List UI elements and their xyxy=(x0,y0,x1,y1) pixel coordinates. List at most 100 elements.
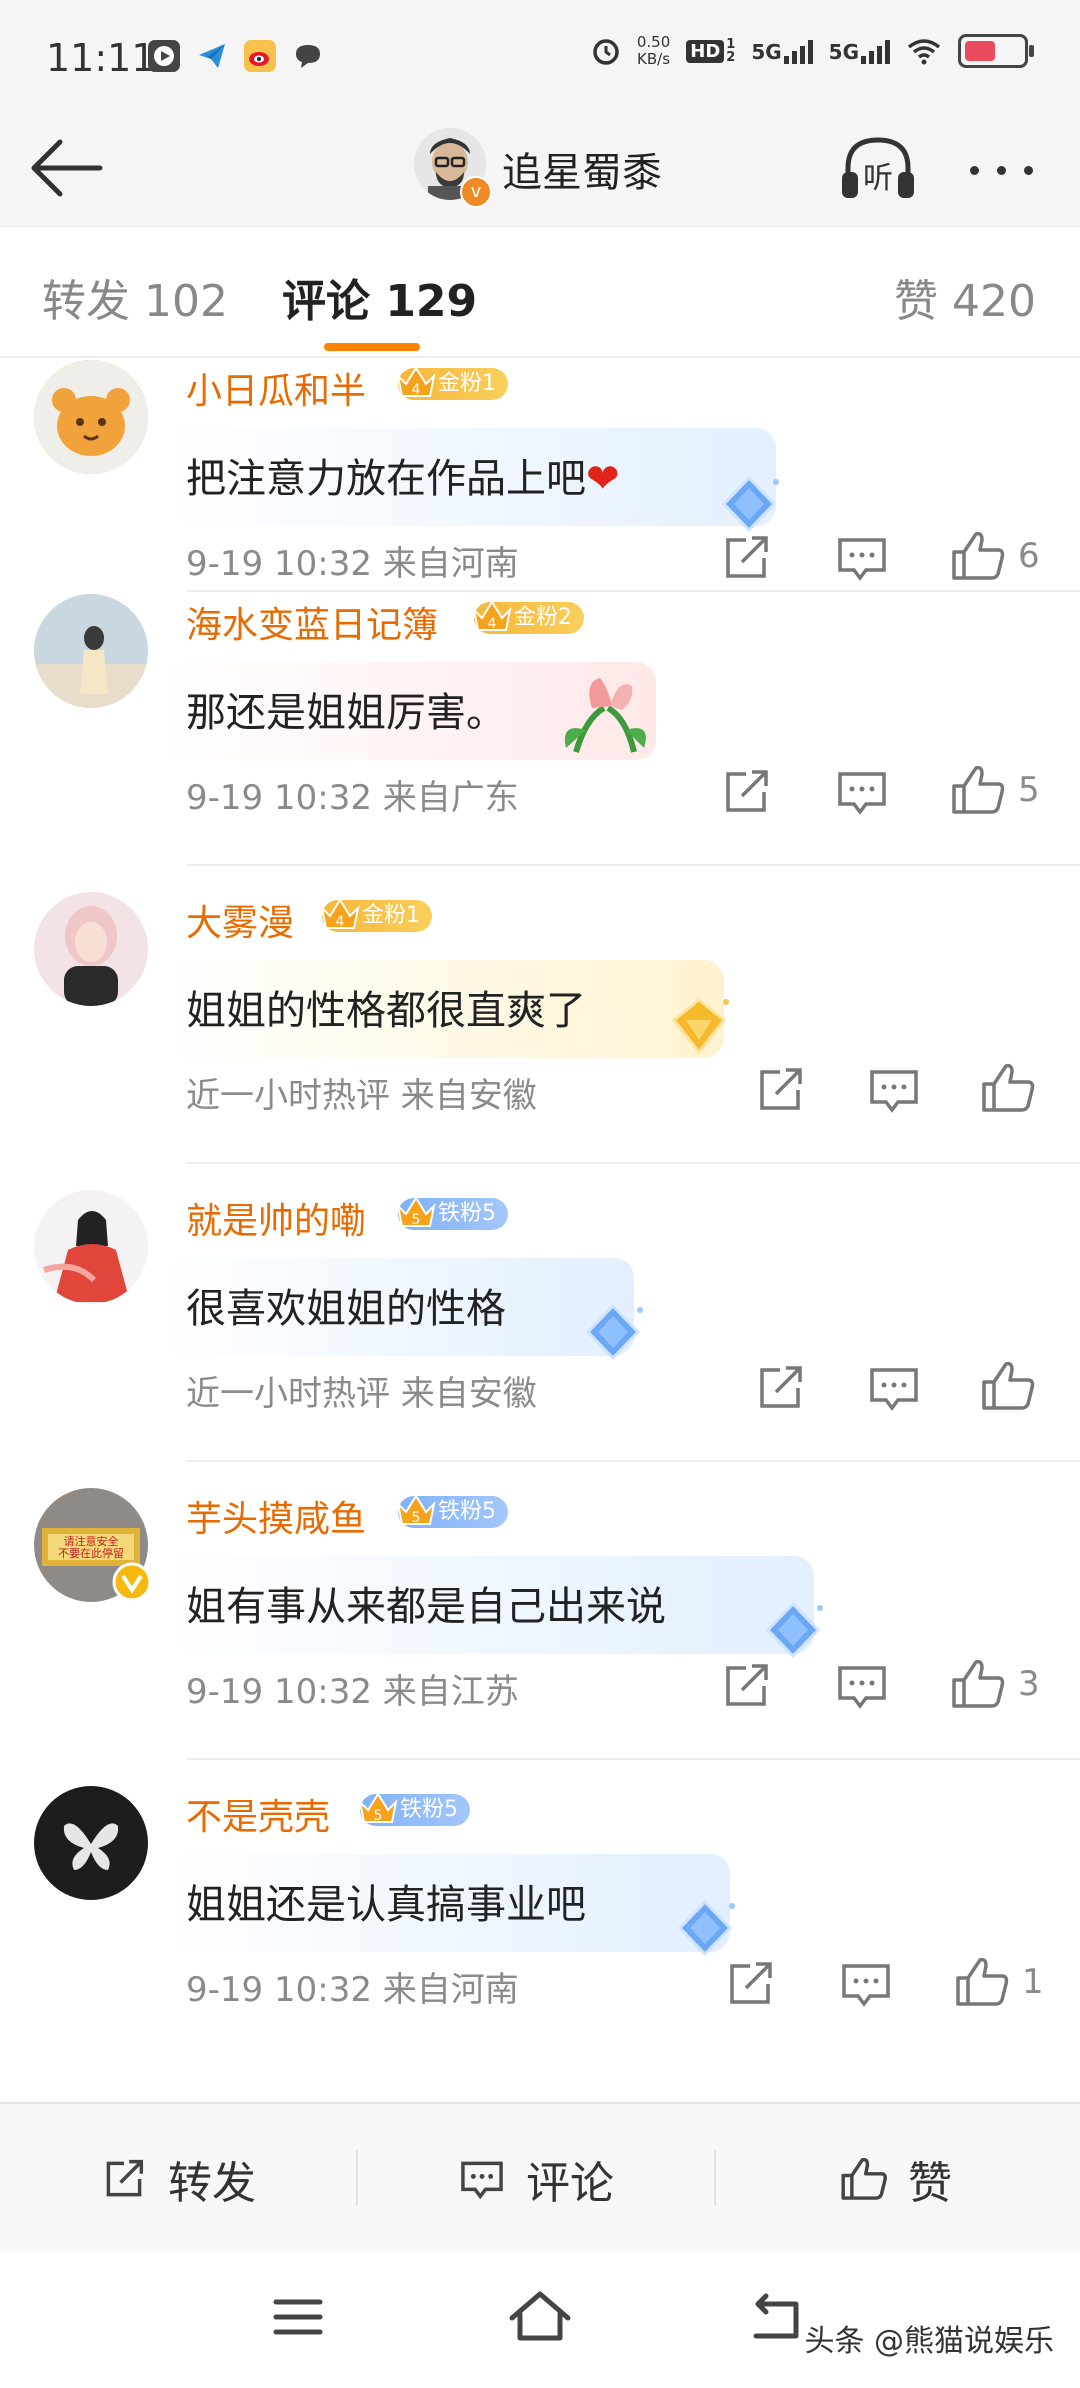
reply-icon[interactable] xyxy=(832,530,892,586)
tab-reposts[interactable]: 转发 102 xyxy=(42,265,228,329)
tab-bar: 转发 102 评论 129 赞 420 xyxy=(0,226,1080,359)
badge-label: 金粉2 xyxy=(514,605,572,630)
commenter-name[interactable]: 不是壳壳 xyxy=(186,1788,330,1840)
repost-icon[interactable] xyxy=(716,764,776,820)
reply-icon[interactable] xyxy=(864,1360,924,1416)
commenter-name[interactable]: 芋头摸咸鱼 xyxy=(186,1490,366,1542)
comment-meta: 近一小时热评 来自安徽 xyxy=(186,1076,537,1116)
comment-divider xyxy=(186,1460,1080,1462)
repost-button[interactable]: 转发 xyxy=(98,2104,256,2254)
diamond-decoration-icon xyxy=(721,475,779,533)
avatar-sign-line-2: 不要在此停留 xyxy=(58,1546,124,1560)
badge-level: 5 xyxy=(412,1510,421,1526)
message-app-icon xyxy=(292,40,324,72)
like-thumb-icon[interactable] xyxy=(978,1358,1038,1414)
like-button[interactable]: 赞 xyxy=(838,2104,952,2254)
badge-level: 4 xyxy=(336,914,345,930)
gold-gem-decoration-icon xyxy=(671,998,729,1055)
commenter-name[interactable]: 海水变蓝日记簿 xyxy=(186,596,438,648)
like-thumb-icon xyxy=(841,2157,887,2200)
commenter-name[interactable]: 小日瓜和半 xyxy=(186,362,366,414)
more-options-icon[interactable] xyxy=(970,150,1050,190)
fan-badge[interactable]: 5 铁粉5 xyxy=(396,1196,508,1230)
fan-badge[interactable]: 5 铁粉5 xyxy=(396,1494,508,1528)
badge-level: 5 xyxy=(374,1808,383,1824)
comment-item: 就是帅的嘞 5 铁粉5 很喜欢姐姐的性格 近一小时热评 来自安徽 xyxy=(0,1190,1080,1488)
menu-icon[interactable] xyxy=(258,2282,338,2352)
watermark: 头条 @熊猫说娱乐 xyxy=(804,2324,1054,2359)
badge-label: 铁粉5 xyxy=(438,1499,496,1524)
fan-badge[interactable]: 4 金粉1 xyxy=(320,898,432,932)
reply-icon[interactable] xyxy=(832,764,892,820)
bottom-action-bar: 转发 评论 赞 xyxy=(0,2102,1080,2254)
divider xyxy=(356,2150,358,2206)
crown-icon: 5 xyxy=(396,1196,436,1228)
comment-text-content: 把注意力放在作品上吧 xyxy=(186,456,586,502)
fan-badge[interactable]: 4 金粉2 xyxy=(472,600,584,634)
like-label: 赞 xyxy=(908,2158,952,2209)
comment-meta: 9-19 10:32 来自江苏 xyxy=(186,1672,519,1712)
net-speed-unit: KB/s xyxy=(637,50,671,68)
home-icon[interactable] xyxy=(500,2282,580,2352)
crown-icon: 4 xyxy=(472,600,512,632)
like-count: 1 xyxy=(1022,1962,1044,2002)
active-tab-indicator xyxy=(324,343,420,351)
repost-icon[interactable] xyxy=(716,530,776,586)
comment-item: 不是壳壳 5 铁粉5 姐姐还是认真搞事业吧 9-19 10:32 来自河南 1 xyxy=(0,1786,1080,2084)
repost-icon[interactable] xyxy=(716,1658,776,1714)
weibo-app-icon xyxy=(244,40,276,72)
comment-icon xyxy=(461,2161,503,2200)
like-thumb-icon[interactable] xyxy=(978,1060,1038,1116)
commenter-avatar[interactable] xyxy=(34,1786,148,1900)
network-type-2: 5G xyxy=(828,40,859,64)
net-speed-value: 0.50 xyxy=(636,33,671,51)
like-count: 3 xyxy=(1018,1664,1040,1704)
commenter-avatar[interactable] xyxy=(34,594,148,708)
top-nav-bar: v 追星蜀黍 听 xyxy=(0,110,1080,226)
like-thumb-icon[interactable] xyxy=(948,1656,1008,1712)
repost-icon[interactable] xyxy=(720,1956,780,2012)
fan-badge[interactable]: 4 金粉1 xyxy=(396,366,508,400)
back-arrow-icon[interactable] xyxy=(26,136,106,200)
diamond-decoration-icon xyxy=(585,1303,643,1361)
comment-item: 海水变蓝日记簿 4 金粉2 那还是姐姐厉害。 9-19 10:32 来自广东 5 xyxy=(0,594,1080,892)
commenter-avatar[interactable] xyxy=(34,360,148,474)
comment-button[interactable]: 评论 xyxy=(456,2104,614,2254)
notification-icons xyxy=(148,40,324,72)
tab-comments[interactable]: 评论 129 xyxy=(282,265,477,329)
reply-icon[interactable] xyxy=(836,1956,896,2012)
like-thumb-icon[interactable] xyxy=(952,1954,1012,2010)
commenter-name[interactable]: 就是帅的嘞 xyxy=(186,1192,366,1244)
like-count: 5 xyxy=(1018,770,1040,810)
like-thumb-icon[interactable] xyxy=(948,528,1008,584)
battery-icon xyxy=(958,34,1034,68)
clock: 11:11 xyxy=(46,36,156,80)
commenter-name[interactable]: 大雾漫 xyxy=(186,894,294,946)
comment-text: 把注意力放在作品上吧❤ xyxy=(186,446,620,504)
repost-icon[interactable] xyxy=(750,1360,810,1416)
hd-indicator: HD 12 xyxy=(686,38,735,64)
author-name[interactable]: 追星蜀黍 xyxy=(502,140,662,198)
commenter-avatar[interactable] xyxy=(34,892,148,1006)
like-count: 6 xyxy=(1018,536,1040,576)
hd-sub-2: 2 xyxy=(726,50,736,65)
tulip-decoration-icon xyxy=(564,678,646,753)
badge-level: 4 xyxy=(412,382,421,398)
fan-badge[interactable]: 5 铁粉5 xyxy=(358,1792,470,1826)
system-status: 0.50 KB/s HD 12 5G 5G xyxy=(591,33,1034,68)
comment-divider xyxy=(186,1162,1080,1164)
repost-icon[interactable] xyxy=(750,1062,810,1118)
paper-plane-app-icon xyxy=(196,40,228,72)
like-thumb-icon[interactable] xyxy=(948,762,1008,818)
commenter-avatar[interactable] xyxy=(34,1190,148,1304)
system-nav-bar: 头条 @熊猫说娱乐 xyxy=(0,2252,1080,2388)
comment-divider xyxy=(186,864,1080,866)
tab-likes[interactable]: 赞 420 xyxy=(894,265,1036,329)
reply-icon[interactable] xyxy=(832,1658,892,1714)
heart-emoji: ❤ xyxy=(586,456,620,502)
signal-icon-2 xyxy=(861,38,890,64)
crown-icon: 5 xyxy=(358,1792,398,1824)
reply-icon[interactable] xyxy=(864,1062,924,1118)
listen-headphone-icon[interactable]: 听 xyxy=(838,132,918,204)
badge-label: 金粉1 xyxy=(438,371,496,396)
